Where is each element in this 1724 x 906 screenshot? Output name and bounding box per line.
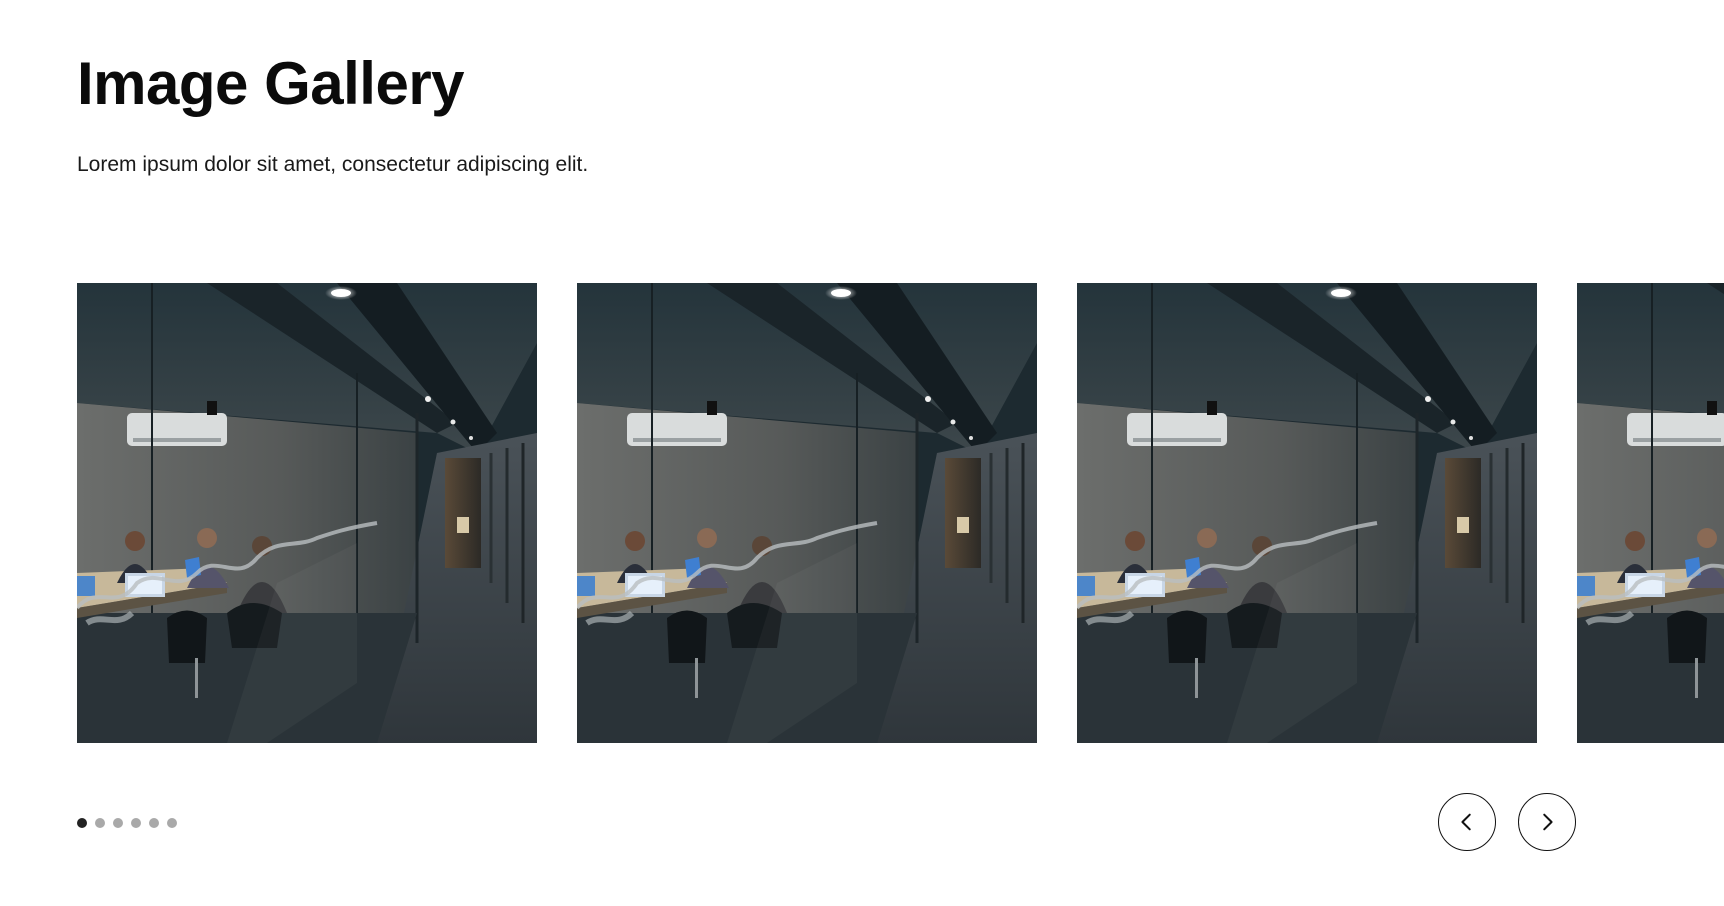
next-slide-button[interactable] xyxy=(1518,793,1576,851)
office-meeting-room-photo xyxy=(1577,283,1724,743)
page-subtitle: Lorem ipsum dolor sit amet, consectetur … xyxy=(77,153,589,176)
pagination-dot-4[interactable] xyxy=(131,818,141,828)
office-meeting-room-photo xyxy=(1077,283,1537,743)
carousel-pagination xyxy=(77,818,177,828)
carousel-slide-2[interactable] xyxy=(577,283,1037,743)
office-meeting-room-photo xyxy=(77,283,537,743)
page-title: Image Gallery xyxy=(77,50,465,117)
pagination-dot-2[interactable] xyxy=(95,818,105,828)
pagination-dot-1[interactable] xyxy=(77,818,87,828)
previous-slide-button[interactable] xyxy=(1438,793,1496,851)
chevron-left-icon xyxy=(1461,813,1471,831)
carousel-slide-1[interactable] xyxy=(77,283,537,743)
pagination-dot-5[interactable] xyxy=(149,818,159,828)
pagination-dot-6[interactable] xyxy=(167,818,177,828)
carousel-slide-3[interactable] xyxy=(1077,283,1537,743)
chevron-right-icon xyxy=(1543,813,1553,831)
carousel-slide-4[interactable] xyxy=(1577,283,1724,743)
gallery-page: Image Gallery Lorem ipsum dolor sit amet… xyxy=(0,0,1724,906)
pagination-dot-3[interactable] xyxy=(113,818,123,828)
office-meeting-room-photo xyxy=(577,283,1037,743)
carousel-track[interactable] xyxy=(77,283,1724,743)
